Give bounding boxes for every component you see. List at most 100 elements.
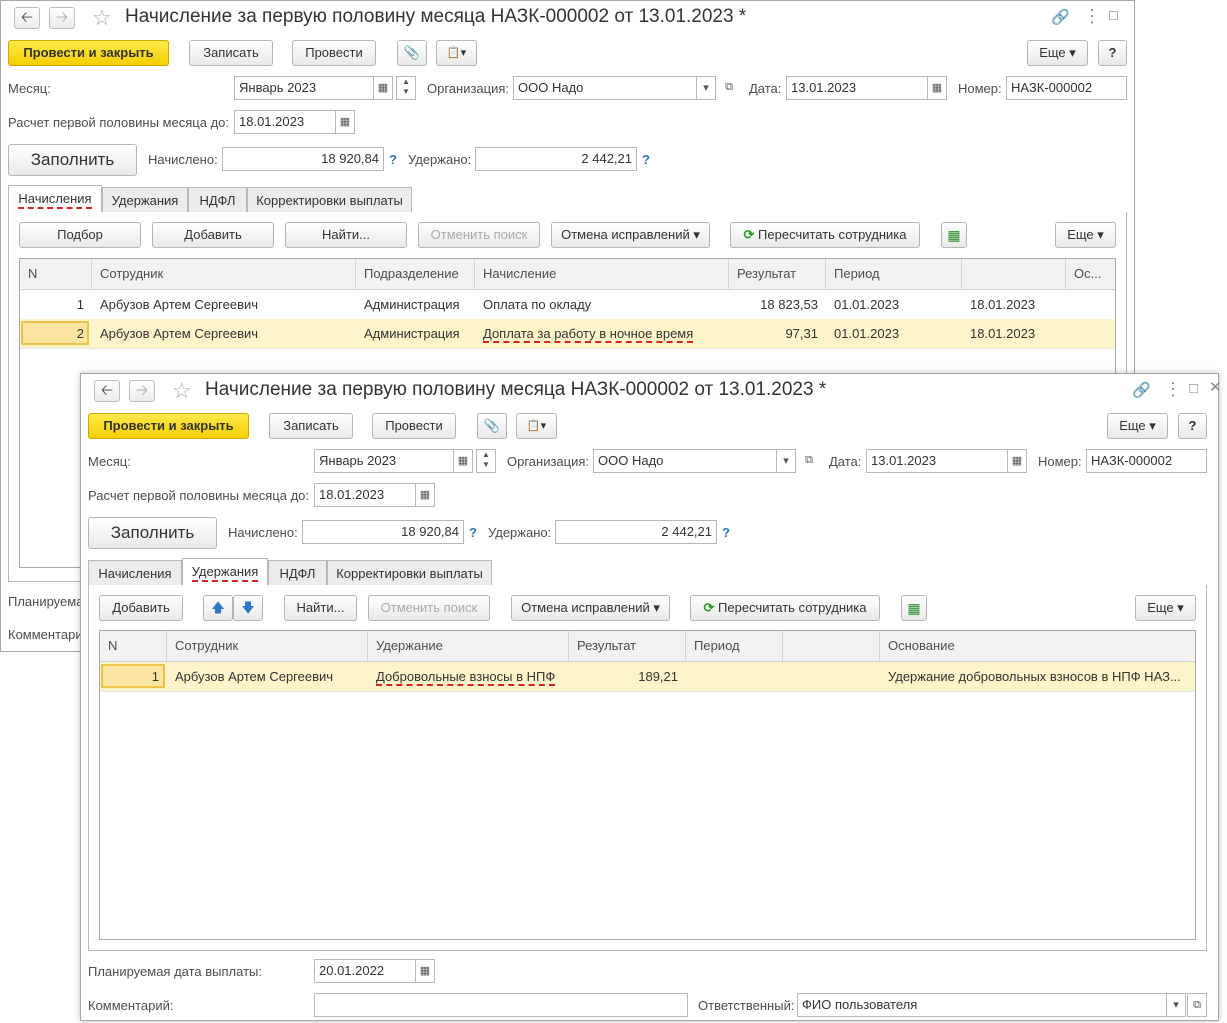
- favorite-star-icon[interactable]: ☆: [92, 7, 112, 29]
- table-row[interactable]: 1 Арбузов Артем Сергеевич Добровольные в…: [100, 662, 1195, 692]
- write-button[interactable]: Записать: [189, 40, 273, 66]
- back-arrow-icon[interactable]: 🡠: [94, 380, 120, 402]
- fill-button[interactable]: Заполнить: [8, 144, 137, 176]
- calendar-icon[interactable]: ▦: [415, 483, 435, 507]
- maximize-icon[interactable]: □: [1189, 380, 1198, 398]
- cancel-search-button[interactable]: Отменить поиск: [418, 222, 540, 248]
- maximize-icon[interactable]: □: [1109, 7, 1118, 25]
- help-button[interactable]: ?: [1178, 413, 1207, 439]
- more-button[interactable]: Еще ▾: [1027, 40, 1088, 66]
- date-field[interactable]: 13.01.2023: [786, 76, 928, 100]
- write-button[interactable]: Записать: [269, 413, 353, 439]
- post-button[interactable]: Провести: [292, 40, 376, 66]
- column-header[interactable]: Подразделение: [356, 259, 475, 289]
- column-header[interactable]: Ос...: [1066, 259, 1115, 289]
- column-header[interactable]: N: [100, 631, 167, 661]
- month-stepper-icon[interactable]: ▲ ▼: [476, 449, 496, 473]
- responsible-field[interactable]: ФИО пользователя: [797, 993, 1167, 1017]
- column-header[interactable]: Результат: [729, 259, 826, 289]
- organization-field[interactable]: ООО Надо: [593, 449, 777, 473]
- calendar-icon[interactable]: ▦: [373, 76, 393, 100]
- post-button[interactable]: Провести: [372, 413, 456, 439]
- open-icon[interactable]: ⧉: [1187, 993, 1207, 1017]
- table-add-icon[interactable]: ▦: [941, 222, 967, 248]
- tab-deductions[interactable]: Удержания: [102, 187, 188, 213]
- date-field[interactable]: 13.01.2023: [866, 449, 1008, 473]
- column-header[interactable]: Сотрудник: [92, 259, 356, 289]
- column-header[interactable]: [962, 259, 1066, 289]
- move-up-icon[interactable]: 🡅: [203, 595, 233, 621]
- column-header[interactable]: Результат: [569, 631, 686, 661]
- help-icon[interactable]: ?: [642, 151, 650, 169]
- table-add-icon[interactable]: ▦: [901, 595, 927, 621]
- planned-date-field[interactable]: 20.01.2022: [314, 959, 416, 983]
- fill-button[interactable]: Заполнить: [88, 517, 217, 549]
- tab-accruals[interactable]: Начисления: [8, 185, 102, 213]
- tab-deductions[interactable]: Удержания: [182, 558, 268, 586]
- post-and-close-button[interactable]: Провести и закрыть: [8, 40, 169, 66]
- help-button[interactable]: ?: [1098, 40, 1127, 66]
- close-icon[interactable]: ✕: [1209, 379, 1222, 397]
- menu-dots-icon[interactable]: ⋮: [1083, 7, 1101, 25]
- forward-arrow-icon[interactable]: 🡢: [49, 7, 75, 29]
- help-icon[interactable]: ?: [469, 524, 477, 542]
- column-header[interactable]: Начисление: [475, 259, 729, 289]
- open-icon[interactable]: ⧉: [799, 449, 819, 473]
- post-and-close-button[interactable]: Провести и закрыть: [88, 413, 249, 439]
- cancel-search-button[interactable]: Отменить поиск: [368, 595, 490, 621]
- more-button[interactable]: Еще ▾: [1107, 413, 1168, 439]
- more-button[interactable]: Еще ▾: [1135, 595, 1196, 621]
- calendar-icon[interactable]: ▦: [335, 110, 355, 134]
- attachment-icon[interactable]: 📎: [397, 40, 427, 66]
- table-row[interactable]: 2 Арбузов Артем Сергеевич Администрация …: [20, 319, 1115, 349]
- help-icon[interactable]: ?: [722, 524, 730, 542]
- calc-until-field[interactable]: 18.01.2023: [314, 483, 416, 507]
- find-button[interactable]: Найти...: [284, 595, 357, 621]
- calendar-icon[interactable]: ▦: [415, 959, 435, 983]
- calc-until-field[interactable]: 18.01.2023: [234, 110, 336, 134]
- calendar-icon[interactable]: ▦: [1007, 449, 1027, 473]
- cancel-corrections-button[interactable]: Отмена исправлений ▾: [511, 595, 670, 621]
- dropdown-icon[interactable]: ▾: [776, 449, 796, 473]
- find-button[interactable]: Найти...: [285, 222, 407, 248]
- column-header[interactable]: N: [20, 259, 92, 289]
- dropdown-icon[interactable]: ▾: [1166, 993, 1186, 1017]
- organization-field[interactable]: ООО Надо: [513, 76, 697, 100]
- deductions-table[interactable]: N Сотрудник Удержание Результат Период О…: [99, 630, 1196, 940]
- tab-payment-corrections[interactable]: Корректировки выплаты: [327, 560, 492, 586]
- month-stepper-icon[interactable]: ▲ ▼: [396, 76, 416, 100]
- open-icon[interactable]: ⧉: [719, 76, 739, 100]
- number-field[interactable]: НАЗК-000002: [1006, 76, 1127, 100]
- create-based-on-icon[interactable]: 📋▾: [516, 413, 557, 439]
- favorite-star-icon[interactable]: ☆: [172, 380, 192, 402]
- number-field[interactable]: НАЗК-000002: [1086, 449, 1207, 473]
- link-icon[interactable]: 🔗: [1051, 9, 1070, 27]
- recalculate-button[interactable]: ⟳ Пересчитать сотрудника: [690, 595, 880, 621]
- column-header[interactable]: Период: [826, 259, 962, 289]
- link-icon[interactable]: 🔗: [1132, 382, 1151, 400]
- move-down-icon[interactable]: 🡇: [233, 595, 263, 621]
- menu-dots-icon[interactable]: ⋮: [1164, 380, 1182, 398]
- tab-accruals[interactable]: Начисления: [88, 560, 182, 586]
- column-header[interactable]: Период: [686, 631, 783, 661]
- back-arrow-icon[interactable]: 🡠: [14, 7, 40, 29]
- month-field[interactable]: Январь 2023: [314, 449, 454, 473]
- month-field[interactable]: Январь 2023: [234, 76, 374, 100]
- column-header[interactable]: Сотрудник: [167, 631, 368, 661]
- column-header[interactable]: [783, 631, 880, 661]
- dropdown-icon[interactable]: ▾: [696, 76, 716, 100]
- recalculate-button[interactable]: ⟳ Пересчитать сотрудника: [730, 222, 920, 248]
- calendar-icon[interactable]: ▦: [927, 76, 947, 100]
- attachment-icon[interactable]: 📎: [477, 413, 507, 439]
- comment-field[interactable]: [314, 993, 688, 1017]
- create-based-on-icon[interactable]: 📋▾: [436, 40, 477, 66]
- more-button[interactable]: Еще ▾: [1055, 222, 1116, 248]
- add-button[interactable]: Добавить: [152, 222, 274, 248]
- column-header[interactable]: Основание: [880, 631, 1195, 661]
- column-header[interactable]: Удержание: [368, 631, 569, 661]
- pick-button[interactable]: Подбор: [19, 222, 141, 248]
- table-row[interactable]: 1 Арбузов Артем Сергеевич Администрация …: [20, 290, 1115, 320]
- help-icon[interactable]: ?: [389, 151, 397, 169]
- forward-arrow-icon[interactable]: 🡢: [129, 380, 155, 402]
- add-button[interactable]: Добавить: [99, 595, 183, 621]
